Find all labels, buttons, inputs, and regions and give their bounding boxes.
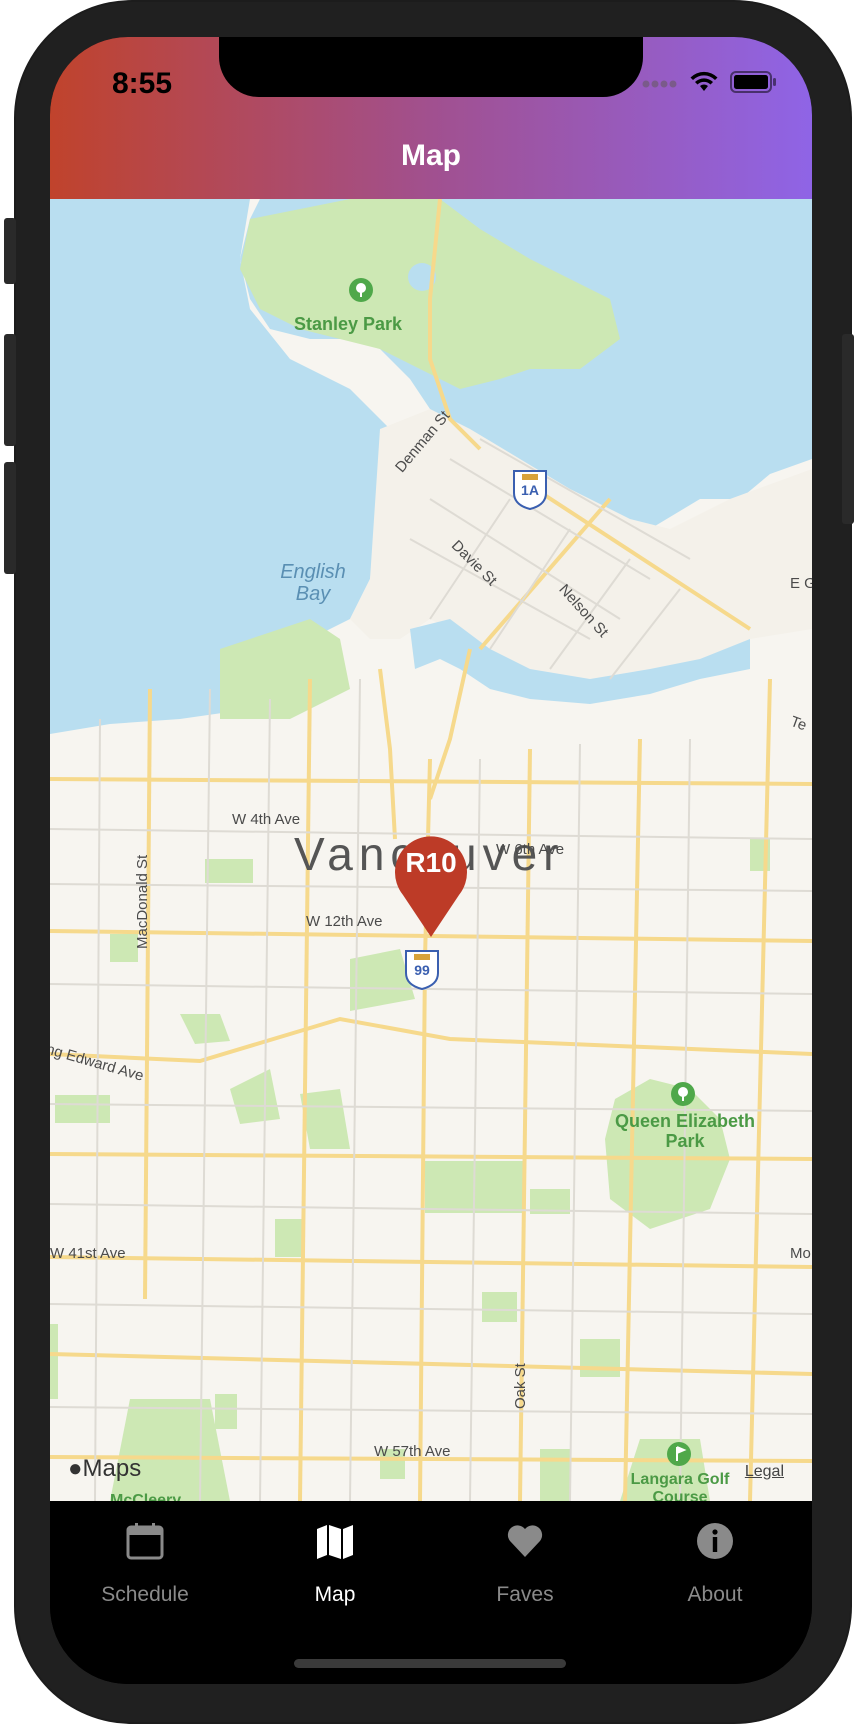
water-label: English Bay <box>280 561 346 605</box>
street-label: W 41st Ave <box>50 1245 126 1262</box>
park-label: McCleery <box>110 1492 182 1501</box>
tab-faves[interactable]: Faves <box>430 1501 620 1621</box>
home-indicator[interactable] <box>294 1659 566 1668</box>
highway-shield-icon: 1A <box>512 467 548 511</box>
notch <box>219 37 643 97</box>
maps-attribution: ●Maps <box>68 1455 142 1482</box>
street-label: W 6th Ave <box>496 841 565 858</box>
street-label: Oak St <box>512 1363 529 1409</box>
park-label: Queen Elizabeth Park <box>614 1111 756 1151</box>
tab-bar: Schedule Map Faves About <box>50 1501 812 1684</box>
calendar-icon <box>125 1521 165 1561</box>
status-icons <box>642 71 776 98</box>
power-button <box>842 334 854 524</box>
street-label: W 4th Ave <box>232 811 301 828</box>
volume-up-button <box>4 334 16 446</box>
marker-label: R10 <box>405 847 457 878</box>
shield-label: 99 <box>414 962 430 978</box>
tab-label: Faves <box>496 1583 554 1606</box>
apple-logo-icon: ● <box>68 1455 83 1482</box>
park-label: Stanley Park <box>294 314 403 334</box>
highway-shield-icon: 99 <box>404 947 440 991</box>
silent-switch <box>4 218 16 284</box>
nav-header: 8:55 Map <box>50 37 812 199</box>
legal-link[interactable]: Legal <box>745 1463 784 1481</box>
battery-icon <box>730 71 776 98</box>
tab-schedule[interactable]: Schedule <box>50 1501 240 1621</box>
street-label: E G <box>790 575 812 592</box>
info-icon <box>695 1521 735 1561</box>
status-time: 8:55 <box>112 67 173 100</box>
tab-label: Map <box>314 1583 356 1606</box>
tab-label: About <box>687 1583 743 1606</box>
heart-icon <box>505 1521 545 1561</box>
cellular-signal-icon <box>642 76 678 94</box>
tab-about[interactable]: About <box>620 1501 810 1621</box>
map-icon <box>315 1521 355 1561</box>
map-view[interactable]: Stanley Park Queen Elizabeth Park Langar… <box>50 199 812 1501</box>
street-label: Mo <box>790 1245 811 1262</box>
wifi-icon <box>690 71 718 98</box>
volume-down-button <box>4 462 16 574</box>
tab-label: Schedule <box>101 1583 189 1606</box>
app-screen: 8:55 Map Stanley Park Queen Elizabeth Pa… <box>50 37 812 1684</box>
street-label: MacDonald St <box>134 854 151 949</box>
location-marker[interactable]: R10 <box>393 833 469 939</box>
page-title: Map <box>401 139 461 172</box>
park-label: Langara Golf Course <box>630 1471 730 1501</box>
street-label: W 12th Ave <box>306 913 383 930</box>
tab-map[interactable]: Map <box>240 1501 430 1621</box>
shield-label: 1A <box>521 482 539 498</box>
street-label: W 57th Ave <box>374 1443 451 1460</box>
